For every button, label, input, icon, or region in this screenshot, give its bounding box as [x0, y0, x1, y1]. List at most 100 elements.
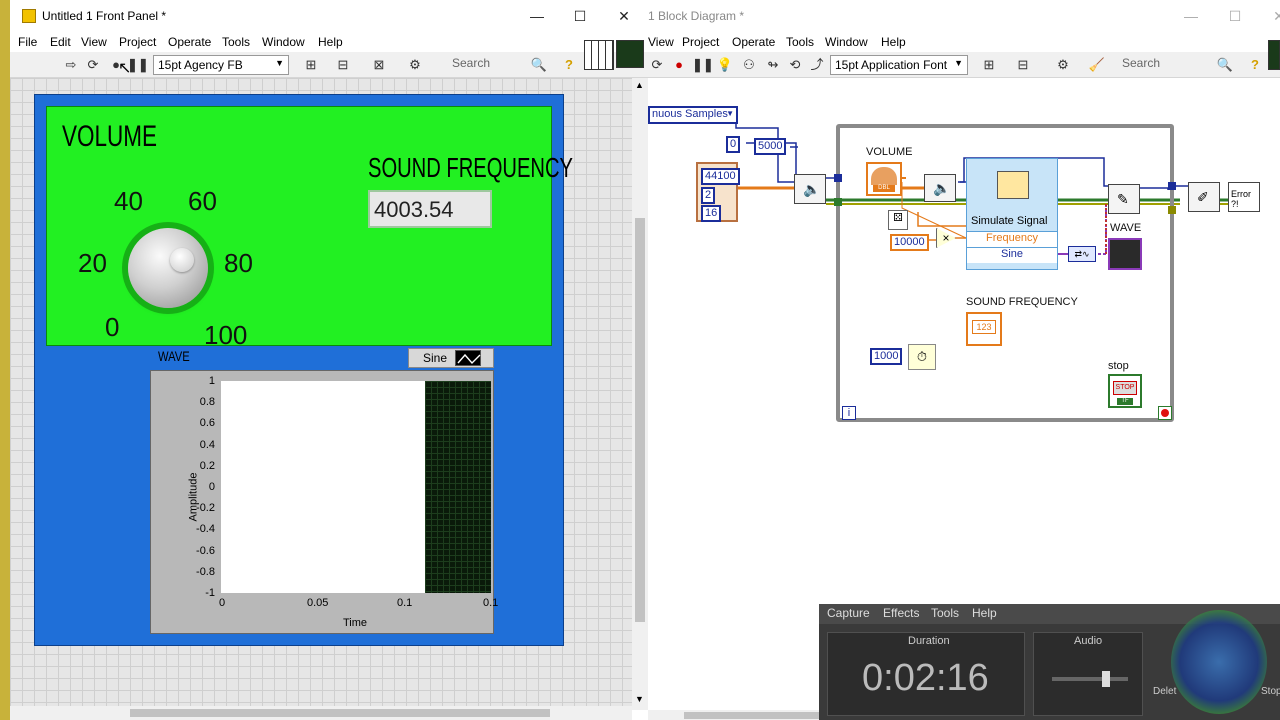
scroll-down-icon[interactable]: ▼	[635, 694, 644, 704]
bd-menu-window[interactable]: Window	[825, 35, 868, 49]
recorder-menu-effects[interactable]: Effects	[883, 606, 919, 620]
scroll-up-icon[interactable]: ▲	[635, 80, 644, 90]
bd-help-icon[interactable]: ?	[1246, 56, 1264, 74]
simple-error-handler-vi[interactable]: Error ?!	[1228, 182, 1260, 212]
constant-16[interactable]: 16	[701, 205, 722, 222]
bd-close-button[interactable]: ✕	[1264, 6, 1280, 26]
step-into-icon[interactable]: ↬	[764, 56, 782, 74]
stop-button-terminal[interactable]: STOP TF	[1108, 374, 1142, 408]
bd-pause-icon[interactable]: ❚❚	[692, 56, 714, 74]
front-panel-toolbar: ⇨ ⟳ ● ❚❚ 15pt Agency FB ▼ ⊞ ⊟ ⊠ ⚙ Search …	[10, 52, 648, 78]
bd-distribute-icon[interactable]: ⊟	[1014, 56, 1032, 74]
audio-slider-thumb[interactable]	[1102, 671, 1110, 687]
bd-minimize-button[interactable]: —	[1176, 6, 1206, 26]
sound-format-cluster[interactable]: 44100 2 16	[696, 162, 740, 222]
bd-abort-icon[interactable]: ●	[670, 56, 688, 74]
resize-icon[interactable]: ⊠	[370, 56, 388, 74]
retain-wire-values-icon[interactable]: ⚇	[740, 56, 758, 74]
run-continuous-icon[interactable]: ⟳	[84, 56, 102, 74]
logo-watermark	[1171, 610, 1267, 714]
step-over-icon[interactable]: ⟲	[786, 56, 804, 74]
plot-area[interactable]	[221, 381, 491, 593]
simulate-frequency-input[interactable]: Frequency	[967, 231, 1057, 247]
menu-help[interactable]: Help	[318, 35, 343, 49]
font-selector[interactable]: 15pt Agency FB ▼	[153, 55, 289, 75]
bd-menu-tools[interactable]: Tools	[786, 35, 814, 49]
knob-tick-100: 100	[204, 320, 248, 350]
bd-font-selector[interactable]: 15pt Application Font ▼	[830, 55, 968, 75]
stop-recording-button[interactable]: Stop	[1261, 686, 1280, 697]
bd-reorder-icon[interactable]: ⚙	[1054, 56, 1072, 74]
search-icon[interactable]: 🔍	[530, 56, 548, 74]
constant-0[interactable]: 0	[726, 136, 741, 153]
knob-tick-0: 0	[105, 312, 120, 342]
menu-view[interactable]: View	[81, 35, 107, 49]
volume-terminal[interactable]: DBL	[866, 162, 902, 196]
audio-label: Audio	[1074, 635, 1103, 647]
maximize-button[interactable]: ☐	[565, 6, 595, 26]
menu-operate[interactable]: Operate	[168, 35, 211, 49]
vertical-scroll-thumb[interactable]	[635, 218, 645, 622]
menu-window[interactable]: Window	[262, 35, 305, 49]
simulate-signal-express-vi[interactable]: Simulate Signal Frequency Sine	[966, 158, 1058, 270]
bd-align-icon[interactable]: ⊞	[980, 56, 998, 74]
loop-condition-terminal[interactable]	[1158, 406, 1172, 420]
reorder-icon[interactable]: ⚙	[406, 56, 424, 74]
menu-edit[interactable]: Edit	[50, 35, 71, 49]
bd-horizontal-scroll-thumb[interactable]	[684, 712, 824, 719]
bd-vi-icon[interactable]	[1268, 40, 1280, 70]
waveform-graph: 1 0.8 0.6 0.4 0.2 0 -0.2 -0.4 -0.6 -0.8 -1 0 0.05 0.…	[150, 370, 498, 634]
bd-menu-operate[interactable]: Operate	[732, 35, 775, 49]
sound-output-clear-vi[interactable]: ✐	[1188, 182, 1220, 212]
plot-legend[interactable]: Sine	[408, 348, 494, 368]
highlight-execution-icon[interactable]: 💡	[716, 56, 734, 74]
minimize-button[interactable]: —	[522, 6, 552, 26]
bd-run-continuous-icon[interactable]: ⟳	[648, 56, 666, 74]
menu-project[interactable]: Project	[119, 35, 156, 49]
audio-level-slider[interactable]	[1052, 677, 1128, 681]
horizontal-scrollbar[interactable]	[10, 706, 632, 720]
constant-44100[interactable]: 44100	[701, 168, 740, 185]
help-icon[interactable]: ?	[560, 56, 578, 74]
y-tick-label: -0.6	[196, 544, 215, 557]
constant-5000[interactable]: 5000	[754, 138, 787, 155]
menu-tools[interactable]: Tools	[222, 35, 250, 49]
bd-menu-help[interactable]: Help	[881, 35, 906, 49]
random-number-function[interactable]: ⚄	[888, 210, 908, 230]
connector-pane-icon[interactable]	[584, 40, 614, 70]
recorder-menu-help[interactable]: Help	[972, 606, 997, 620]
sound-output-set-volume-vi[interactable]: 🔈	[924, 174, 956, 202]
menu-file[interactable]: File	[18, 35, 37, 49]
simulate-sine-output[interactable]: Sine	[967, 247, 1057, 263]
step-out-icon[interactable]: ⤴	[808, 56, 826, 74]
wait-ms-function[interactable]: ⏱	[908, 344, 936, 370]
sound-output-configure-vi[interactable]: 🔈	[794, 174, 826, 204]
x-tick-label: 0	[219, 597, 226, 609]
recorder-menu-capture[interactable]: Capture	[827, 606, 870, 620]
constant-2[interactable]: 2	[701, 187, 716, 204]
sound-output-write-vi[interactable]: ✎	[1108, 184, 1140, 214]
bd-menu-view[interactable]: View	[648, 35, 674, 49]
vi-icon[interactable]	[616, 40, 644, 68]
sample-mode-ring[interactable]: nuous Samples ▼	[648, 106, 738, 124]
search-input[interactable]: Search	[452, 56, 490, 74]
close-button[interactable]: ✕	[609, 6, 639, 26]
wave-terminal[interactable]	[1108, 238, 1142, 270]
distribute-icon[interactable]: ⊟	[334, 56, 352, 74]
cleanup-icon[interactable]: 🧹	[1088, 56, 1106, 74]
bd-maximize-button[interactable]: ☐	[1220, 6, 1250, 26]
run-arrow-icon[interactable]: ⇨	[62, 56, 80, 74]
constant-1000[interactable]: 1000	[870, 348, 903, 365]
recorder-menu-tools[interactable]: Tools	[931, 606, 959, 620]
sound-frequency-terminal[interactable]: 123	[966, 312, 1002, 346]
vertical-scrollbar[interactable]: ▲ ▼	[632, 78, 648, 710]
bd-search-icon[interactable]: 🔍	[1216, 56, 1234, 74]
bd-search-input[interactable]: Search	[1122, 56, 1160, 74]
delete-button[interactable]: Delet	[1153, 686, 1176, 697]
horizontal-scroll-thumb[interactable]	[130, 709, 550, 717]
convert-from-dynamic-data[interactable]: ⇄∿	[1068, 246, 1096, 262]
volume-knob[interactable]	[128, 228, 208, 308]
constant-10000[interactable]: 10000	[890, 234, 929, 251]
bd-menu-project[interactable]: Project	[682, 35, 719, 49]
align-icon[interactable]: ⊞	[302, 56, 320, 74]
